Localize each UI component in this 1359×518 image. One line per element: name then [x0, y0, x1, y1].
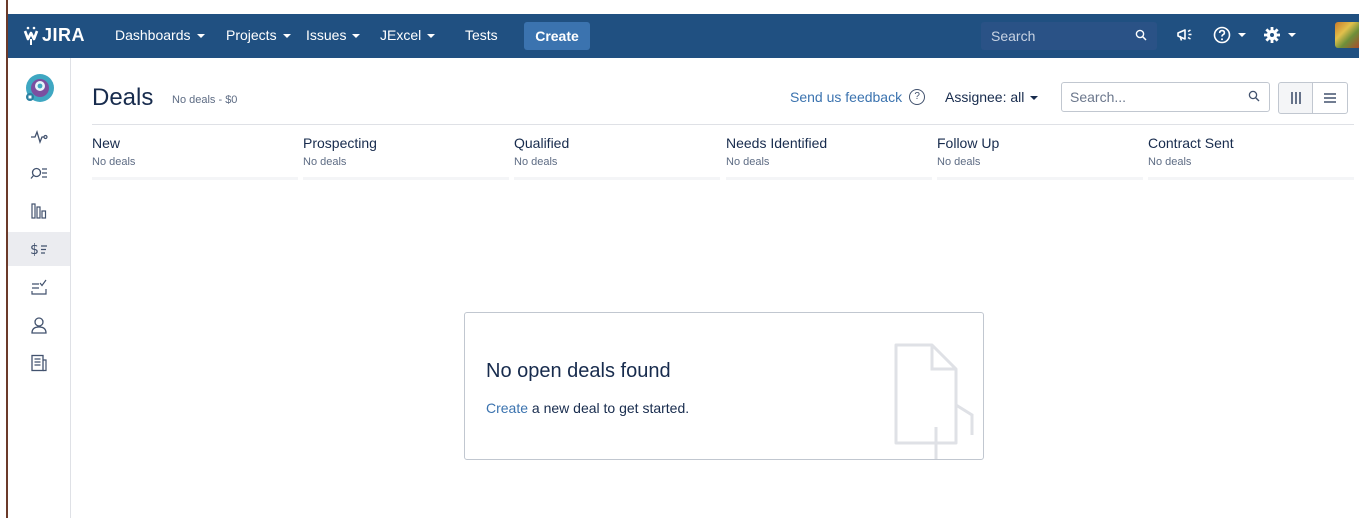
chevron-down-icon [1238, 33, 1246, 37]
top-search-placeholder: Search [991, 28, 1036, 44]
sidebar-item-companies[interactable] [8, 346, 70, 380]
column-name: Prospecting [303, 135, 377, 151]
list-view-button[interactable] [1312, 82, 1348, 114]
deals-search-input[interactable]: Search... [1061, 82, 1270, 112]
nav-tests[interactable]: Tests [465, 27, 498, 43]
column-bar [1148, 177, 1354, 180]
column-name: Qualified [514, 135, 570, 151]
nav-issues[interactable]: Issues [306, 27, 361, 43]
sidebar-item-search[interactable] [8, 156, 70, 190]
jira-logo[interactable]: JIRA [22, 25, 85, 46]
pipeline-column-contract-sent: Contract Sent No deals [1148, 135, 1354, 180]
pipeline-column-prospecting: Prospecting No deals [303, 135, 509, 180]
deals-summary: No deals - $0 [172, 94, 238, 106]
column-name: Contract Sent [1148, 135, 1234, 151]
nav-jexcel-label: JExcel [380, 27, 422, 43]
sidebar-item-contacts[interactable] [8, 308, 70, 342]
pipeline-column-needs-identified: Needs Identified No deals [726, 135, 932, 180]
left-sidebar: $ [8, 58, 71, 518]
jira-logo-text: JIRA [42, 25, 86, 45]
app-logo-icon[interactable] [24, 72, 56, 104]
megaphone-icon[interactable] [1175, 25, 1195, 45]
columns-icon [1291, 92, 1301, 104]
send-feedback-label: Send us feedback [790, 89, 903, 105]
help-icon [1213, 26, 1231, 44]
create-deal-link[interactable]: Create [486, 400, 528, 416]
document-icon [894, 343, 974, 459]
send-feedback-link[interactable]: Send us feedback ? [790, 89, 926, 105]
nav-dashboards-label: Dashboards [115, 27, 191, 43]
list-icon [1324, 93, 1336, 103]
search-icon [1248, 90, 1260, 102]
column-bar [303, 177, 509, 180]
column-count: No deals [1148, 156, 1192, 168]
column-count: No deals [514, 156, 558, 168]
nav-issues-label: Issues [306, 27, 347, 43]
document-list-icon [31, 354, 47, 372]
column-bar [514, 177, 720, 180]
assignee-filter[interactable]: Assignee: all [945, 89, 1039, 105]
column-count: No deals [937, 156, 981, 168]
help-menu[interactable] [1212, 25, 1246, 45]
chevron-down-icon [427, 34, 436, 39]
settings-menu[interactable] [1262, 25, 1296, 45]
nav-projects[interactable]: Projects [226, 27, 291, 43]
column-count: No deals [92, 156, 136, 168]
nav-projects-label: Projects [226, 27, 277, 43]
sidebar-item-deals[interactable]: $ [8, 232, 70, 266]
page-title: Deals [92, 84, 154, 111]
column-bar [937, 177, 1143, 180]
chevron-down-icon [282, 34, 291, 39]
svg-text:$: $ [30, 242, 39, 258]
header-divider [92, 124, 1354, 125]
empty-state-title: No open deals found [486, 360, 671, 382]
column-name: Needs Identified [726, 135, 828, 151]
nav-jexcel[interactable]: JExcel [380, 27, 436, 43]
nav-tests-label: Tests [465, 27, 498, 43]
empty-state-card: No open deals found Create a new deal to… [464, 312, 984, 460]
chevron-down-icon [1030, 96, 1039, 101]
nav-dashboards[interactable]: Dashboards [115, 27, 205, 43]
sidebar-item-tasks[interactable] [8, 270, 70, 304]
chevron-down-icon [352, 34, 361, 39]
search-icon [1135, 29, 1147, 41]
deals-search-placeholder: Search... [1070, 89, 1127, 105]
user-avatar[interactable] [1335, 22, 1359, 48]
user-icon [31, 317, 47, 334]
deals-icon: $ [30, 242, 47, 258]
chevron-down-icon [196, 34, 205, 39]
column-name: Follow Up [937, 135, 1000, 151]
column-bar [726, 177, 932, 180]
column-count: No deals [726, 156, 770, 168]
column-name: New [92, 135, 121, 151]
gear-icon [1264, 27, 1280, 43]
top-navigation-bar: JIRA Dashboards Projects Issues JExcel T… [8, 14, 1359, 58]
column-bar [92, 177, 298, 180]
empty-state-message: Create a new deal to get started. [486, 400, 689, 416]
pipeline-column-follow-up: Follow Up No deals [937, 135, 1143, 180]
pipeline-column-new: New No deals [92, 135, 298, 180]
help-circle-icon: ? [909, 89, 926, 105]
empty-state-message-text: a new deal to get started. [528, 400, 690, 416]
create-button[interactable]: Create [524, 22, 590, 50]
sidebar-item-activity[interactable] [8, 120, 70, 154]
top-search-input[interactable]: Search [981, 22, 1157, 50]
column-count: No deals [303, 156, 347, 168]
assignee-filter-label: Assignee: all [945, 89, 1025, 105]
board-view-button[interactable] [1278, 82, 1314, 114]
task-list-icon [31, 279, 47, 295]
sidebar-item-reports[interactable] [8, 194, 70, 228]
bar-chart-icon [31, 203, 47, 219]
search-list-icon [30, 167, 47, 179]
pipeline-column-qualified: Qualified No deals [514, 135, 720, 180]
chevron-down-icon [1288, 33, 1296, 37]
activity-icon [31, 130, 48, 144]
jira-logo-icon [23, 26, 39, 45]
